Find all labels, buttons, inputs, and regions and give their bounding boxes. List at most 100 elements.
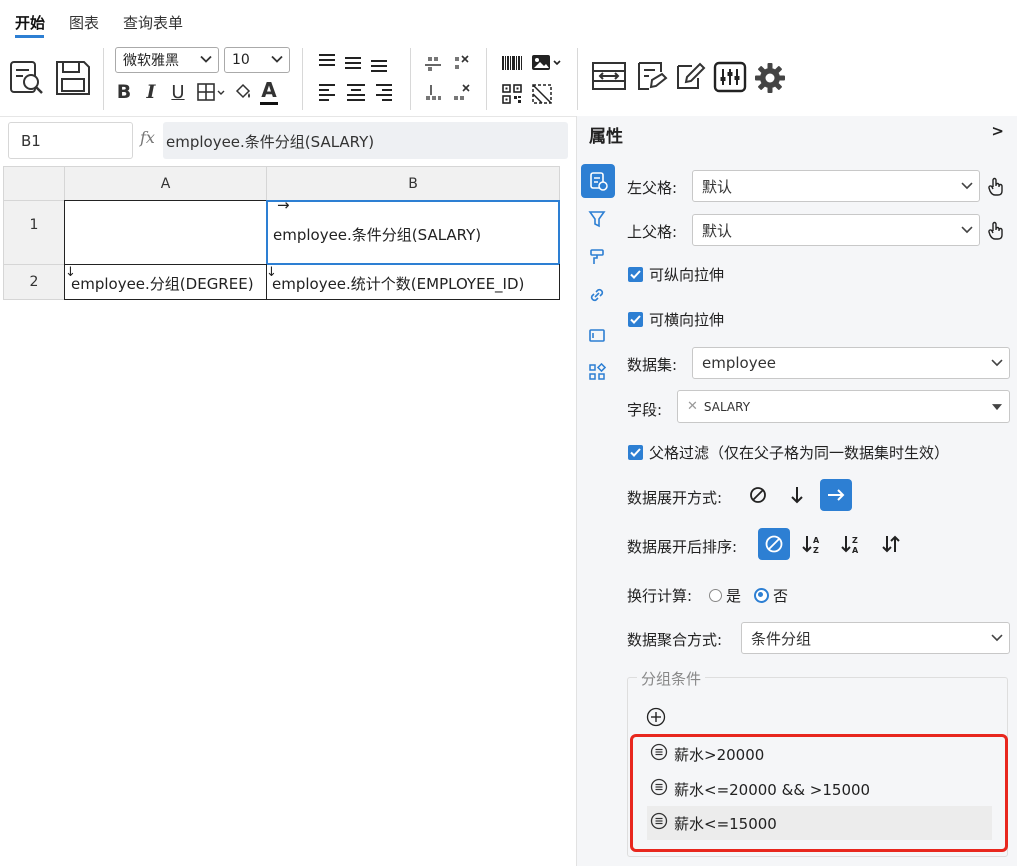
svg-text:A: A xyxy=(852,546,859,555)
delete-row-icon[interactable] xyxy=(450,52,472,74)
align-bottom-icon[interactable] xyxy=(368,54,390,74)
widget-icon[interactable] xyxy=(584,359,610,385)
align-middle-icon[interactable] xyxy=(342,52,364,72)
bold-button[interactable]: B xyxy=(114,80,134,104)
tab-chart[interactable]: 图表 xyxy=(54,12,108,38)
stretch-horizontal-checkbox[interactable]: 可横向拉伸 xyxy=(628,309,724,330)
align-center-icon[interactable] xyxy=(344,80,368,104)
wrap-yes-radio[interactable]: 是 xyxy=(709,585,741,606)
insert-row-icon[interactable] xyxy=(422,52,444,74)
fill-color-icon[interactable] xyxy=(232,81,254,103)
expand-right-button[interactable] xyxy=(820,479,852,511)
left-parent-select[interactable]: 默认 xyxy=(692,170,980,202)
cell-a2[interactable]: ↓ employee.分组(DEGREE) xyxy=(64,264,267,300)
underline-button[interactable]: U xyxy=(168,80,188,104)
dataset-value: employee xyxy=(702,354,777,372)
aggregation-value: 条件分组 xyxy=(751,629,812,648)
image-icon[interactable] xyxy=(530,52,564,74)
row-header-1[interactable]: 1 xyxy=(3,200,65,265)
edit-icon[interactable] xyxy=(673,58,707,94)
tab-start[interactable]: 开始 xyxy=(0,12,54,38)
top-parent-select[interactable]: 默认 xyxy=(692,214,980,246)
format-painter-icon[interactable] xyxy=(584,244,610,270)
wrap-no-radio[interactable]: 否 xyxy=(754,585,788,606)
slash-cell-icon[interactable] xyxy=(530,82,554,106)
align-top-icon[interactable] xyxy=(316,50,338,70)
italic-button[interactable]: I xyxy=(142,80,160,104)
stretch-horizontal-label: 可横向拉伸 xyxy=(649,311,725,329)
font-family-select[interactable]: 微软雅黑 xyxy=(115,47,219,73)
expand-down-button[interactable] xyxy=(781,479,813,511)
font-color-button[interactable]: A xyxy=(258,78,280,106)
column-header-a[interactable]: A xyxy=(64,166,267,201)
field-select[interactable]: ✕ SALARY xyxy=(677,390,1010,423)
parameters-icon[interactable] xyxy=(712,60,748,94)
sort-label: 数据展开后排序: xyxy=(627,538,738,556)
pointer-hand-icon[interactable] xyxy=(985,176,1007,198)
grid-corner[interactable] xyxy=(3,166,65,201)
add-condition-button[interactable] xyxy=(645,706,667,728)
column-header-b[interactable]: B xyxy=(266,166,560,201)
toolbar: 微软雅黑 10 B I U A xyxy=(0,40,1017,117)
preview-icon[interactable] xyxy=(8,58,46,98)
fx-label: fx xyxy=(140,128,155,147)
cell-property-icon[interactable] xyxy=(581,164,615,198)
dataset-select[interactable]: employee xyxy=(692,347,1010,379)
sort-descending-icon[interactable]: ZA xyxy=(836,528,868,560)
link-icon[interactable] xyxy=(584,282,610,308)
stretch-vertical-checkbox[interactable]: 可纵向拉伸 xyxy=(628,264,724,285)
wrap-calc-label: 换行计算: xyxy=(627,587,693,605)
insert-column-icon[interactable] xyxy=(422,82,444,104)
cell-style-icon[interactable] xyxy=(584,322,610,348)
cell-name-box[interactable]: B1 xyxy=(8,122,133,159)
dataset-label: 数据集: xyxy=(627,356,678,374)
font-size-select[interactable]: 10 xyxy=(224,47,290,73)
tab-query-form[interactable]: 查询表单 xyxy=(108,12,192,38)
field-tag: SALARY xyxy=(703,399,751,414)
chevron-down-icon xyxy=(200,54,212,67)
aggregation-label: 数据聚合方式: xyxy=(627,631,723,649)
collapse-panel-button[interactable]: > xyxy=(991,122,1004,140)
align-left-icon[interactable] xyxy=(316,80,338,104)
formula-input[interactable]: employee.条件分组(SALARY) xyxy=(163,122,568,159)
filter-icon[interactable] xyxy=(584,206,610,232)
pointer-hand-icon[interactable] xyxy=(985,220,1007,242)
sort-ascending-icon[interactable]: AZ xyxy=(797,528,829,560)
cell-a1[interactable] xyxy=(64,200,267,265)
chevron-down-icon xyxy=(961,220,973,238)
cell-b1[interactable]: → employee.条件分组(SALARY) xyxy=(266,196,560,265)
sort-custom-icon[interactable] xyxy=(875,528,907,560)
field-label: 字段: xyxy=(627,401,663,419)
font-size-value: 10 xyxy=(232,52,250,68)
column-width-icon[interactable] xyxy=(590,58,628,94)
svg-text:Z: Z xyxy=(813,546,819,555)
group-conditions-legend: 分组条件 xyxy=(637,668,706,689)
parent-filter-checkbox[interactable]: 父格过滤（仅在父子格为同一数据集时生效） xyxy=(628,442,949,463)
radio-off-icon xyxy=(709,589,722,602)
font-color-letter: A xyxy=(261,77,277,102)
wrap-no-label: 否 xyxy=(773,587,789,605)
cell-a2-text: employee.分组(DEGREE) xyxy=(71,275,254,293)
row-header-2[interactable]: 2 xyxy=(3,264,65,300)
chevron-down-icon xyxy=(961,176,973,194)
chevron-down-icon xyxy=(271,54,283,67)
checkbox-checked-icon xyxy=(628,267,643,282)
settings-gear-icon[interactable] xyxy=(752,60,788,96)
top-parent-label: 上父格: xyxy=(627,223,678,241)
top-parent-value: 默认 xyxy=(702,221,733,240)
sort-none-button[interactable] xyxy=(758,528,790,560)
cell-b2[interactable]: ↓ employee.统计个数(EMPLOYEE_ID) xyxy=(266,264,560,300)
delete-column-icon[interactable] xyxy=(450,82,472,104)
aggregation-select[interactable]: 条件分组 xyxy=(741,622,1010,654)
qrcode-icon[interactable] xyxy=(500,82,524,106)
align-right-icon[interactable] xyxy=(373,80,395,104)
expand-none-button[interactable] xyxy=(742,479,774,511)
cell-b1-text: employee.条件分组(SALARY) xyxy=(273,226,482,244)
expand-right-arrow-icon: → xyxy=(277,196,290,214)
border-icon[interactable] xyxy=(196,81,228,103)
report-property-icon[interactable] xyxy=(634,58,670,94)
save-icon[interactable] xyxy=(52,58,94,98)
barcode-icon[interactable] xyxy=(500,53,524,73)
font-family-value: 微软雅黑 xyxy=(123,53,179,69)
remove-tag-icon[interactable]: ✕ xyxy=(687,399,698,414)
